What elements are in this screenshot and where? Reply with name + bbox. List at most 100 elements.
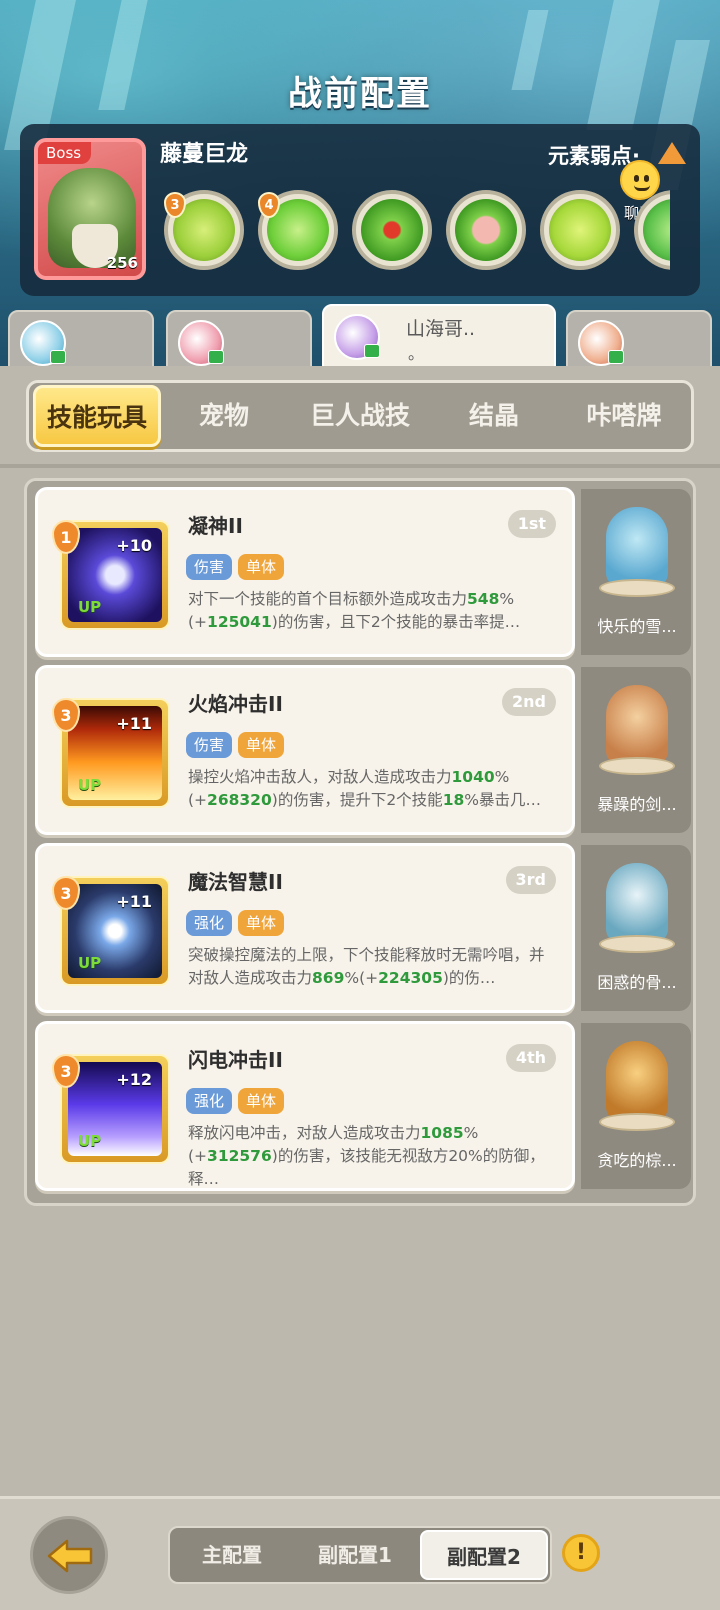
- up-label: UP: [78, 1132, 102, 1150]
- upgrade-count: +10: [116, 536, 152, 555]
- config-main-tab[interactable]: 主配置: [174, 1528, 290, 1582]
- boss-level: 256: [106, 254, 138, 272]
- element-weakness-icon[interactable]: [658, 142, 686, 164]
- boss-name: 藤蔓巨龙: [160, 142, 249, 167]
- config-sub2-tab[interactable]: 副配置2: [420, 1530, 548, 1580]
- pet-slot[interactable]: 困惑的骨...: [581, 845, 691, 1011]
- pet-name: 快乐的雪...: [597, 617, 677, 636]
- green-slime-icon: [549, 199, 611, 261]
- upgrade-count: +11: [116, 892, 152, 911]
- skill-card[interactable]: +10 UP 1 凝神II 1st 伤害 单体 对下一个技能的首个目标额外造成攻…: [35, 487, 575, 657]
- page-title: 战前配置: [288, 74, 432, 114]
- pet-slot[interactable]: 贪吃的棕...: [581, 1023, 691, 1189]
- tab-giant-skills[interactable]: 巨人战技: [291, 383, 429, 449]
- skill-tag-target: 单体: [238, 554, 285, 580]
- chat-icon: [50, 350, 66, 364]
- skill-list: +10 UP 1 凝神II 1st 伤害 单体 对下一个技能的首个目标额外造成攻…: [24, 478, 696, 1206]
- up-label: UP: [78, 776, 102, 794]
- rank-badge: 3rd: [505, 866, 556, 894]
- skill-tag-target: 单体: [238, 732, 285, 758]
- teammate-tabs: 山海哥.. 。: [0, 304, 720, 368]
- teammate-tab-active[interactable]: 山海哥.. 。: [322, 304, 556, 368]
- skill-row[interactable]: +11 UP 3 魔法智慧II 3rd 强化 单体 突破操控魔法的上限，下个技能…: [35, 843, 691, 1015]
- chat-icon: [208, 350, 224, 364]
- skill-description: 对下一个技能的首个目标额外造成攻击力548%(+125041)的伤害，且下2个技…: [188, 590, 521, 631]
- skill-description: 释放闪电冲击，对敌人造成攻击力1085%(+312576)的伤害，该技能无视敌方…: [188, 1124, 545, 1188]
- teammate-subtext: 。: [408, 344, 425, 363]
- magic-star-icon: +11 UP: [68, 884, 162, 978]
- skill-card[interactable]: +12 UP 3 闪电冲击II 4th 强化 单体 释放闪电冲击，对敌人造成攻击…: [35, 1021, 575, 1191]
- snowball-pet-icon: [606, 507, 668, 587]
- rank-badge: 4th: [505, 1044, 556, 1072]
- skill-row[interactable]: +10 UP 1 凝神II 1st 伤害 单体 对下一个技能的首个目标额外造成攻…: [35, 487, 691, 659]
- teammate-name: 山海哥..: [406, 318, 476, 340]
- skill-name: 闪电冲击II: [188, 1048, 283, 1072]
- teammate-tab[interactable]: [8, 310, 154, 368]
- chat-icon: [364, 344, 380, 358]
- pet-pedestal: [599, 935, 675, 953]
- bone-dino-pet-icon: [606, 863, 668, 943]
- upgrade-count: +11: [116, 714, 152, 733]
- boss-skill-orb[interactable]: [540, 190, 620, 270]
- upgrade-count: +12: [116, 1070, 152, 1089]
- focus-eye-icon: +10 UP: [68, 528, 162, 622]
- fire-blast-icon: +11 UP: [68, 706, 162, 800]
- boss-tag: Boss: [38, 142, 92, 164]
- boss-skill-orb[interactable]: [446, 190, 526, 270]
- skill-tag-type: 伤害: [186, 732, 233, 758]
- info-icon[interactable]: !: [562, 1534, 600, 1572]
- boss-skill-list: 3 4: [160, 186, 670, 274]
- up-label: UP: [78, 954, 102, 972]
- skill-row[interactable]: +11 UP 3 火焰冲击II 2nd 伤害 单体 操控火焰冲击敌人，对敌人造成…: [35, 665, 691, 837]
- partial-skill-icon: [643, 199, 670, 261]
- lightning-strike-icon: +12 UP: [68, 1062, 162, 1156]
- chat-icon: [608, 350, 624, 364]
- boss-skill-orb[interactable]: [352, 190, 432, 270]
- skill-tag-target: 单体: [238, 910, 285, 936]
- tab-crystals[interactable]: 结晶: [439, 383, 549, 449]
- tab-pets[interactable]: 宠物: [169, 383, 279, 449]
- tab-skill-toys[interactable]: 技能玩具: [33, 385, 161, 447]
- config-switcher: 主配置 副配置1 副配置2: [168, 1526, 552, 1584]
- pet-slot[interactable]: 暴躁的剑...: [581, 667, 691, 833]
- skill-card[interactable]: +11 UP 3 魔法智慧II 3rd 强化 单体 突破操控魔法的上限，下个技能…: [35, 843, 575, 1013]
- skill-description: 操控火焰冲击敌人，对敌人造成攻击力1040%(+268320)的伤害，提升下2个…: [188, 768, 541, 809]
- boss-skill-orb[interactable]: 4: [258, 190, 338, 270]
- up-label: UP: [78, 598, 102, 616]
- boss-panel: Boss 256 藤蔓巨龙 元素弱点· 聊天 3 4: [20, 124, 700, 296]
- pet-pedestal: [599, 579, 675, 597]
- back-arrow-icon: [47, 1539, 93, 1573]
- sword-cat-pet-icon: [606, 685, 668, 765]
- back-button[interactable]: [30, 1516, 108, 1594]
- pig-face-icon: [455, 199, 517, 261]
- teammate-tab[interactable]: [166, 310, 312, 368]
- teammate-tab[interactable]: [566, 310, 712, 368]
- pet-pedestal: [599, 1113, 675, 1131]
- pet-pedestal: [599, 757, 675, 775]
- skill-tag-type: 强化: [186, 1088, 233, 1114]
- skill-description: 突破操控魔法的上限，下个技能释放时无需吟唱，并对敌人造成攻击力869%(+224…: [188, 946, 545, 987]
- rank-badge: 2nd: [502, 688, 556, 716]
- skill-row[interactable]: +12 UP 3 闪电冲击II 4th 强化 单体 释放闪电冲击，对敌人造成攻击…: [35, 1021, 691, 1193]
- skill-tag-type: 强化: [186, 910, 233, 936]
- boss-skill-orb[interactable]: [634, 190, 670, 270]
- skill-tag-type: 伤害: [186, 554, 233, 580]
- pet-slot[interactable]: 快乐的雪...: [581, 489, 691, 655]
- category-tabbar: 技能玩具 宠物 巨人战技 结晶 咔嗒牌: [26, 380, 694, 452]
- skill-card[interactable]: +11 UP 3 火焰冲击II 2nd 伤害 单体 操控火焰冲击敌人，对敌人造成…: [35, 665, 575, 835]
- pet-name: 困惑的骨...: [597, 973, 677, 992]
- boss-skill-orb[interactable]: 3: [164, 190, 244, 270]
- skill-name: 凝神II: [188, 514, 243, 538]
- pet-name: 暴躁的剑...: [597, 795, 677, 814]
- red-drop-icon: [361, 199, 423, 261]
- skill-tag-target: 单体: [238, 1088, 285, 1114]
- tab-click-cards[interactable]: 咔嗒牌: [559, 383, 689, 449]
- config-sub1-tab[interactable]: 副配置1: [292, 1528, 418, 1582]
- divider: [0, 464, 720, 468]
- skill-name: 魔法智慧II: [188, 870, 283, 894]
- pet-name: 贪吃的棕...: [597, 1151, 677, 1170]
- bee-bear-pet-icon: [606, 1041, 668, 1121]
- boss-portrait[interactable]: Boss 256: [34, 138, 146, 280]
- rank-badge: 1st: [507, 510, 556, 538]
- skill-name: 火焰冲击II: [188, 692, 283, 716]
